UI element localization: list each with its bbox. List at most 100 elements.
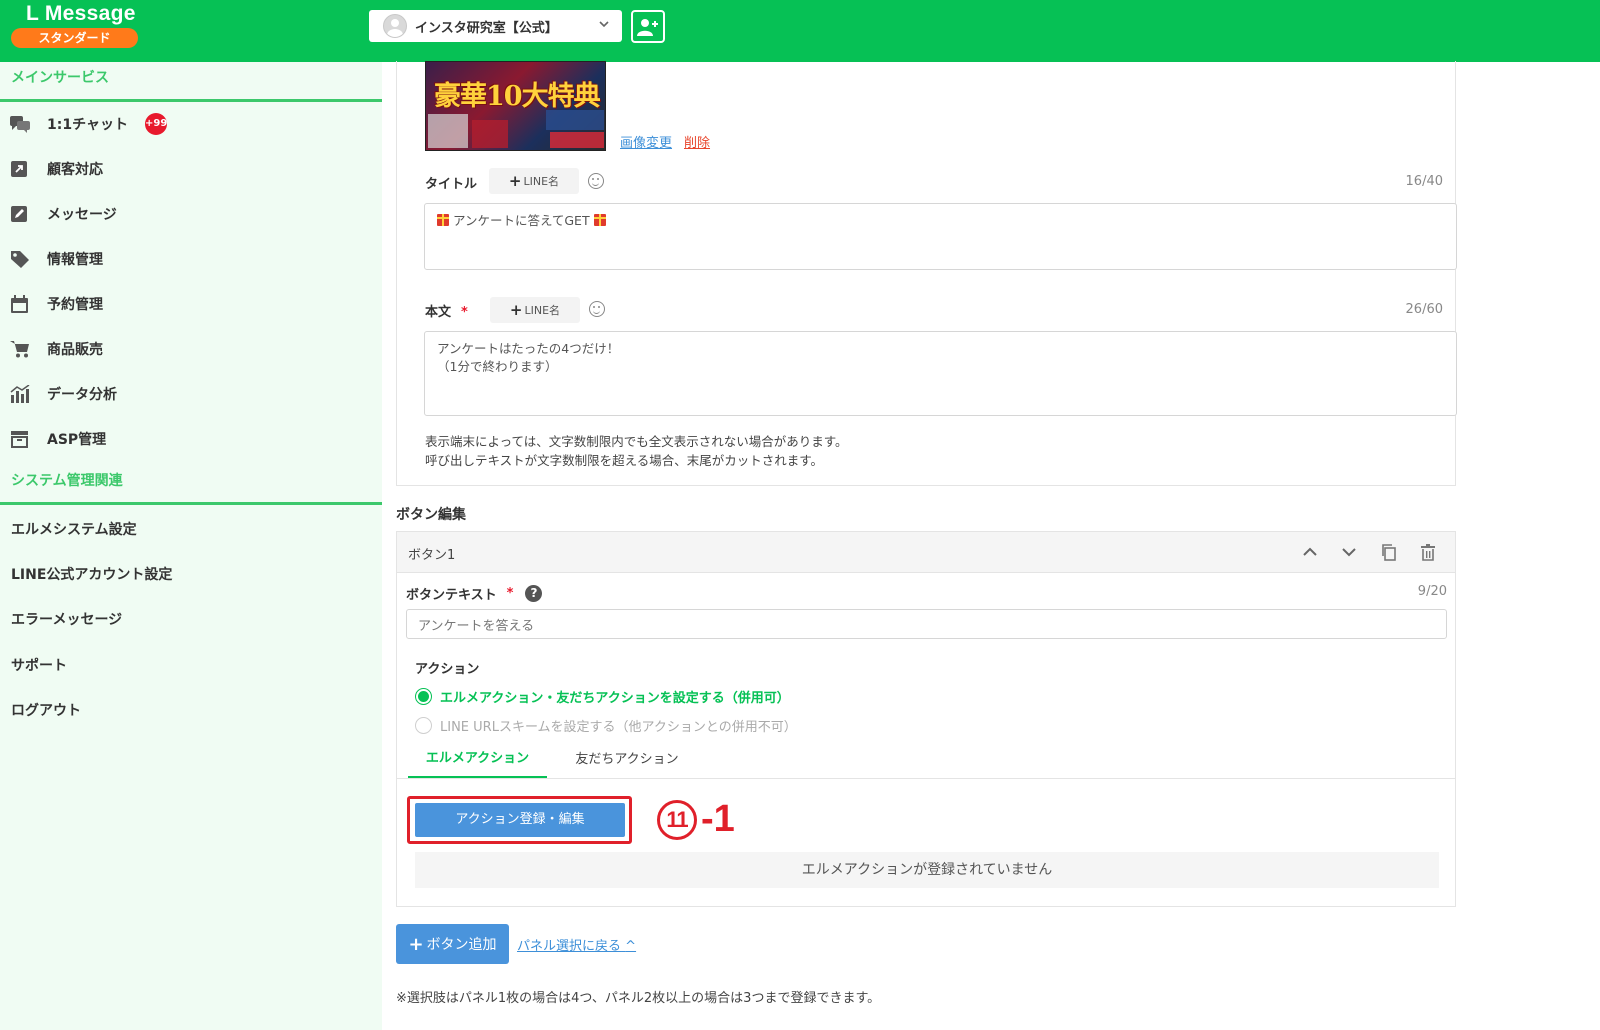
- sidebar-item-chat[interactable]: 1:1チャット +99: [0, 104, 382, 144]
- chevron-up-icon: ^: [625, 939, 637, 954]
- button-edit-title: ボタン編集: [396, 507, 466, 523]
- sidebar-item-support[interactable]: サポート: [0, 645, 382, 685]
- sidebar-section-system: システム管理関連: [0, 465, 382, 505]
- emoji-icon[interactable]: [589, 301, 605, 317]
- action-label: アクション: [415, 662, 480, 677]
- panel-image[interactable]: 豪華10大特典: [425, 61, 606, 151]
- button-text-label-text: ボタンテキスト: [406, 588, 497, 603]
- tab-divider: [397, 778, 1455, 779]
- button-text-label: ボタンテキスト *?: [406, 584, 543, 603]
- gift-icon: [437, 214, 449, 226]
- calendar-icon: [11, 295, 28, 313]
- sidebar-item-label: データ分析: [47, 387, 117, 403]
- main-content: 豪華10大特典 画像変更 削除 タイトル + LINE名 16/40 アンケートに…: [382, 61, 1600, 1030]
- sidebar-item-elme-settings[interactable]: エルメシステム設定: [0, 509, 382, 549]
- external-link-icon: [11, 161, 27, 177]
- insert-line-name-button[interactable]: + LINE名: [489, 168, 579, 194]
- panel-note: 表示端末によっては、文字数制限内でも全文表示されない場合があります。 呼び出しテ…: [425, 432, 848, 470]
- radio-line-url-scheme[interactable]: LINE URLスキームを設定する（他アクションとの併用不可）: [415, 716, 797, 735]
- sidebar-item-message[interactable]: メッセージ: [0, 194, 382, 234]
- radio-unselected[interactable]: [415, 717, 432, 734]
- account-name: インスタ研究室【公式】: [415, 20, 558, 36]
- sidebar-item-customer[interactable]: 顧客対応: [0, 149, 382, 189]
- tag-icon: [11, 251, 29, 268]
- archive-icon: [11, 431, 28, 448]
- step-annotation: 11 -1: [657, 798, 735, 841]
- step-suffix: -1: [701, 798, 735, 840]
- sidebar-item-label: サポート: [11, 658, 67, 674]
- sidebar-item-label: 商品販売: [47, 342, 103, 358]
- title-counter: 16/40: [1405, 174, 1443, 189]
- sidebar-item-label: ログアウト: [11, 703, 81, 719]
- body-field[interactable]: アンケートはたったの4つだけ！ （1分で終わります）: [424, 331, 1457, 416]
- app-logo[interactable]: L Message: [26, 2, 136, 26]
- sidebar-item-label: LINE公式アカウント設定: [11, 567, 173, 583]
- sidebar-item-logout[interactable]: ログアウト: [0, 690, 382, 730]
- radio-elme-friend-action[interactable]: エルメアクション・友だちアクションを設定する（併用可）: [415, 687, 790, 706]
- copy-icon[interactable]: [1380, 543, 1398, 561]
- plus-icon: +: [408, 933, 424, 955]
- button-card-header: ボタン1: [397, 532, 1455, 573]
- back-link-text: パネル選択に戻る: [517, 939, 622, 954]
- title-field[interactable]: アンケートに答えてGET: [424, 203, 1457, 270]
- back-to-panel-link[interactable]: パネル選択に戻る ^: [517, 935, 636, 954]
- emoji-icon[interactable]: [588, 173, 604, 189]
- chevron-down-icon[interactable]: [1340, 543, 1358, 561]
- required-mark: *: [506, 586, 514, 601]
- add-user-icon: [637, 18, 658, 36]
- bottom-note: ※選択肢はパネル1枚の場合は4つ、パネル2枚以上の場合は3つまで登録できます。: [396, 991, 881, 1006]
- sidebar-item-error-message[interactable]: エラーメッセージ: [0, 599, 382, 639]
- sidebar-item-analytics[interactable]: データ分析: [0, 374, 382, 414]
- title-text: アンケートに答えてGET: [452, 213, 590, 228]
- body-label: 本文 *: [425, 301, 468, 320]
- chat-icon: [10, 116, 30, 133]
- sidebar-item-sales[interactable]: 商品販売: [0, 329, 382, 369]
- account-selector[interactable]: インスタ研究室【公式】: [369, 10, 622, 42]
- sidebar-section-main: メインサービス: [0, 62, 382, 102]
- action-register-button[interactable]: アクション登録・編集: [415, 803, 625, 837]
- change-image-link[interactable]: 画像変更: [620, 132, 672, 151]
- note-line: 呼び出しテキストが文字数制限を超える場合、末尾がカットされます。: [425, 453, 824, 468]
- line-name-label: LINE名: [524, 304, 561, 317]
- panel-editor: 豪華10大特典 画像変更 削除 タイトル + LINE名 16/40 アンケートに…: [396, 61, 1457, 486]
- sidebar-item-label: エルメシステム設定: [11, 522, 137, 538]
- tab-friend-action[interactable]: 友だちアクション: [557, 744, 697, 780]
- avatar: [383, 14, 407, 38]
- plan-badge: スタンダード: [11, 28, 138, 48]
- title-label: タイトル: [425, 177, 478, 192]
- sidebar-item-label: 情報管理: [47, 252, 103, 268]
- sidebar-item-reservation[interactable]: 予約管理: [0, 284, 382, 324]
- sidebar-item-line-account[interactable]: LINE公式アカウント設定: [0, 554, 382, 594]
- delete-image-link[interactable]: 削除: [684, 132, 710, 151]
- button-text-input[interactable]: アンケートを答える: [406, 609, 1447, 639]
- bar-chart-icon: [10, 385, 30, 403]
- add-button-button[interactable]: + ボタン追加: [396, 924, 509, 964]
- sidebar-item-info[interactable]: 情報管理: [0, 239, 382, 279]
- tab-elme-action[interactable]: エルメアクション: [408, 743, 547, 779]
- add-friend-button[interactable]: [631, 10, 665, 43]
- insert-line-name-button[interactable]: + LINE名: [490, 297, 580, 323]
- radio-label: エルメアクション・友だちアクションを設定する（併用可）: [440, 691, 790, 706]
- empty-action-message: エルメアクションが登録されていません: [415, 852, 1439, 888]
- sidebar-item-label: 顧客対応: [47, 162, 103, 178]
- sidebar-item-label: 1:1チャット: [47, 117, 128, 133]
- radio-label: LINE URLスキームを設定する（他アクションとの併用不可）: [440, 720, 797, 735]
- sidebar-item-label: ASP管理: [47, 432, 107, 448]
- sidebar-item-label: 予約管理: [47, 297, 103, 313]
- radio-selected[interactable]: [415, 688, 432, 705]
- cart-icon: [10, 341, 29, 358]
- unread-badge: +99: [145, 113, 167, 135]
- add-button-label: ボタン追加: [426, 937, 497, 953]
- help-icon[interactable]: ?: [525, 585, 543, 602]
- sidebar: メインサービス 1:1チャット +99 顧客対応 メッセージ 情報管理 予約管理…: [0, 62, 382, 1030]
- sidebar-item-asp[interactable]: ASP管理: [0, 419, 382, 459]
- line-name-label: LINE名: [523, 175, 560, 188]
- note-line: 表示端末によっては、文字数制限内でも全文表示されない場合があります。: [425, 434, 848, 449]
- trash-icon[interactable]: [1419, 543, 1437, 561]
- sidebar-item-label: エラーメッセージ: [11, 612, 123, 628]
- image-caption: 豪華10大特典: [434, 81, 601, 112]
- gift-icon: [593, 214, 606, 226]
- chevron-up-icon[interactable]: [1301, 543, 1319, 561]
- top-header: L Message スタンダード インスタ研究室【公式】: [0, 0, 1600, 62]
- sidebar-item-label: メッセージ: [47, 207, 117, 223]
